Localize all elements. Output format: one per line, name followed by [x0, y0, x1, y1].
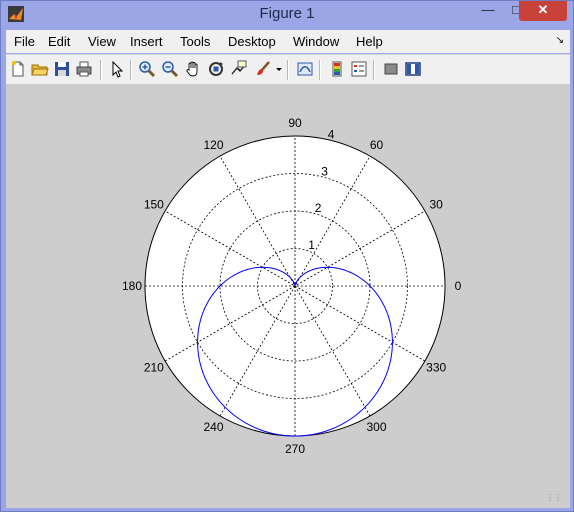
minimize-button[interactable]: —: [475, 1, 501, 21]
menu-desktop[interactable]: Desktop: [228, 34, 276, 49]
close-button[interactable]: ✕: [519, 1, 567, 21]
figure-canvas[interactable]: 0 30 60 90 120 150 180 210 240 270 300 330 1 2 3 4 ⋮⋮: [6, 84, 570, 508]
toolbar-separator: [373, 60, 375, 80]
edit-plot-arrow-icon[interactable]: [108, 60, 126, 78]
angle-tick-label: 60: [370, 138, 384, 152]
angle-tick-label: 270: [285, 442, 305, 456]
angle-tick-label: 210: [144, 361, 164, 375]
pan-hand-icon[interactable]: [184, 60, 202, 78]
menu-file[interactable]: File: [14, 34, 35, 49]
resize-grip[interactable]: ⋮⋮: [546, 493, 562, 502]
menu-insert[interactable]: Insert: [130, 34, 163, 49]
angle-tick-label: 120: [203, 138, 223, 152]
menu-help[interactable]: Help: [356, 34, 383, 49]
angle-tick-label: 30: [429, 198, 443, 212]
angle-tick-label: 0: [455, 279, 462, 293]
figure-window: Figure 1 — □ ✕ File Edit View Insert Too…: [0, 0, 574, 512]
toolbar-separator: [100, 60, 102, 80]
angle-tick-label: 180: [122, 279, 142, 293]
dock-arrow-icon[interactable]: ↘: [556, 35, 564, 46]
menu-edit[interactable]: Edit: [48, 34, 70, 49]
save-icon[interactable]: [53, 60, 71, 78]
angle-tick-label: 330: [426, 361, 446, 375]
print-icon[interactable]: [75, 60, 93, 78]
hide-plot-tools-icon[interactable]: [382, 60, 400, 78]
data-cursor-icon[interactable]: [230, 60, 248, 78]
new-figure-icon[interactable]: [9, 60, 27, 78]
figure-toolbar: [6, 54, 570, 84]
menu-view[interactable]: View: [88, 34, 116, 49]
toolbar-separator: [130, 60, 132, 80]
menu-window[interactable]: Window: [293, 34, 339, 49]
zoom-in-icon[interactable]: [138, 60, 156, 78]
angle-tick-label: 240: [203, 420, 223, 434]
insert-legend-icon[interactable]: [350, 60, 368, 78]
angle-tick-label: 90: [288, 116, 302, 130]
toolbar-separator: [319, 60, 321, 80]
toolbar-separator: [287, 60, 289, 80]
angle-tick-label: 150: [144, 198, 164, 212]
polar-plot[interactable]: 0 30 60 90 120 150 180 210 240 270 300 330 1 2 3 4: [6, 84, 570, 508]
radius-tick-label: 4: [328, 127, 335, 141]
radius-tick-label: 1: [308, 238, 315, 252]
menu-tools[interactable]: Tools: [180, 34, 210, 49]
brush-dropdown-icon[interactable]: [275, 60, 283, 78]
title-bar[interactable]: Figure 1 — □ ✕: [1, 1, 573, 28]
insert-colorbar-icon[interactable]: [328, 60, 346, 78]
radius-tick-label: 3: [321, 164, 328, 178]
open-file-icon[interactable]: [31, 60, 49, 78]
link-plot-icon[interactable]: [296, 60, 314, 78]
radius-tick-label: 2: [315, 201, 322, 215]
zoom-out-icon[interactable]: [161, 60, 179, 78]
menu-bar: File Edit View Insert Tools Desktop Wind…: [6, 30, 570, 53]
brush-icon[interactable]: [254, 60, 272, 78]
angle-tick-label: 300: [366, 420, 386, 434]
rotate-3d-icon[interactable]: [207, 60, 225, 78]
show-plot-tools-icon[interactable]: [404, 60, 422, 78]
